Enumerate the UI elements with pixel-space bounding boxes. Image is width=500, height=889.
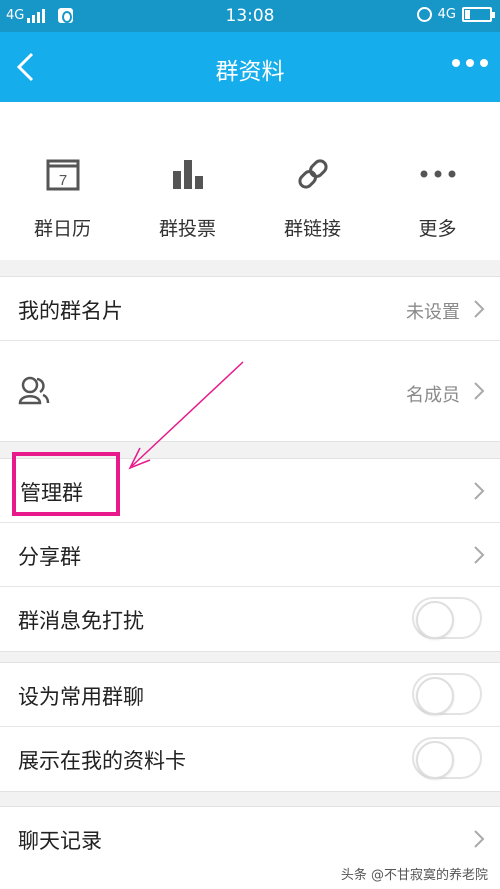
status-right: 4G	[416, 7, 495, 22]
row-share-group[interactable]: 分享群	[0, 523, 500, 587]
tool-vote[interactable]: 群投票	[125, 154, 250, 241]
status-bar: 4G 13:08 4G	[0, 0, 500, 32]
tool-label: 群链接	[283, 218, 341, 240]
page-title: 群资料	[215, 59, 285, 85]
chevron-right-icon	[474, 382, 485, 400]
row-label: 展示在我的资料卡	[18, 749, 186, 773]
title-bar: 群资料	[0, 32, 500, 102]
tool-calendar[interactable]: 7 群日历	[0, 154, 125, 241]
row-mute: 群消息免打扰	[0, 587, 500, 651]
link-icon	[297, 159, 328, 189]
calendar-day-text: 7	[58, 172, 66, 189]
common-chat-toggle[interactable]	[412, 673, 482, 715]
chevron-right-icon	[474, 830, 485, 848]
more-dots-icon	[420, 170, 455, 178]
row-chat-history[interactable]: 聊天记录	[0, 807, 500, 871]
row-label: 我的群名片	[18, 299, 123, 323]
tool-label: 更多	[418, 218, 457, 240]
battery-icon	[462, 7, 495, 22]
row-show-in-card: 展示在我的资料卡	[0, 727, 500, 791]
mute-toggle[interactable]	[412, 597, 482, 639]
settings-group: 设为常用群聊 展示在我的资料卡	[0, 662, 500, 792]
card-group: 我的群名片 未设置 名成员	[0, 276, 500, 442]
chevron-right-icon	[474, 546, 485, 564]
network-type-right: 4G	[437, 7, 456, 22]
tool-label: 群日历	[33, 218, 91, 240]
row-members[interactable]: 名成员	[0, 341, 500, 441]
tool-more[interactable]: 更多	[375, 154, 500, 241]
row-value: 未设置	[406, 302, 460, 323]
members-icon	[18, 376, 50, 405]
group-tools: 7 群日历 群投票 群链接 更多	[0, 102, 500, 260]
row-label: 群消息免打扰	[18, 609, 144, 633]
row-label: 聊天记录	[18, 829, 102, 853]
tool-label: 群投票	[158, 218, 216, 240]
annotation-highlight-box	[12, 452, 120, 516]
more-dots-icon[interactable]	[452, 59, 488, 67]
bar-chart-icon	[172, 160, 203, 189]
show-card-toggle[interactable]	[412, 737, 482, 779]
chevron-right-icon	[474, 300, 485, 318]
tool-link[interactable]: 群链接	[250, 154, 375, 241]
row-label: 分享群	[18, 545, 81, 569]
alarm-icon	[416, 7, 432, 22]
row-group-card[interactable]: 我的群名片 未设置	[0, 277, 500, 341]
watermark: 头条 @不甘寂寞的养老院	[340, 868, 488, 883]
chevron-right-icon	[474, 482, 485, 500]
calendar-icon: 7	[46, 159, 79, 191]
members-count: 名成员	[406, 385, 460, 406]
row-label: 设为常用群聊	[18, 685, 144, 709]
row-common-chat: 设为常用群聊	[0, 663, 500, 727]
